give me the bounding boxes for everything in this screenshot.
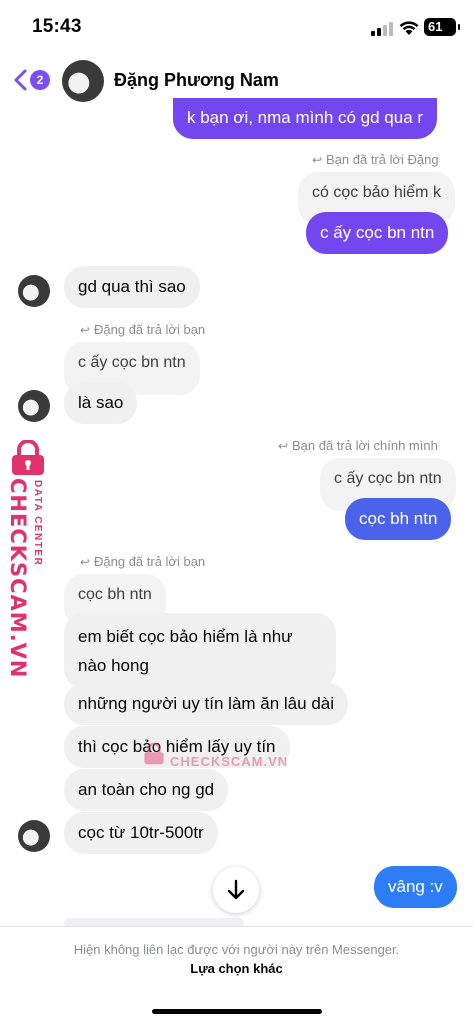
message-incoming[interactable]: em biết cọc bảo hiểm là như nào hong — [64, 613, 336, 689]
message-outgoing[interactable]: vâng :v — [374, 866, 457, 908]
other-options-link[interactable]: Lựa chọn khác — [0, 961, 473, 976]
home-indicator[interactable] — [152, 1009, 322, 1014]
message-incoming[interactable]: là sao — [64, 382, 138, 424]
reply-arrow-icon: ↩ — [80, 555, 91, 569]
avatar[interactable] — [62, 60, 104, 102]
reply-note: ↩ Đặng đã trả lời bạn — [80, 322, 206, 337]
message-incoming[interactable]: những người uy tín làm ăn lâu dài — [64, 683, 349, 725]
reply-arrow-icon: ↩ — [80, 323, 91, 337]
reply-note: ↩ Đặng đã trả lời bạn — [80, 554, 206, 569]
signal-icon — [371, 22, 393, 36]
reply-arrow-icon: ↩ — [278, 439, 289, 453]
watermark-subtext: DATA CENTER — [32, 480, 43, 567]
status-time: 15:43 — [32, 16, 82, 37]
watermark-side: CHECKSCAM.VN DATA CENTER — [4, 440, 52, 679]
message-incoming[interactable]: an toàn cho ng gd — [64, 769, 229, 811]
message-outgoing[interactable]: c ấy cọc bn ntn — [306, 212, 449, 254]
avatar[interactable] — [18, 820, 50, 852]
battery-level: 61 — [428, 19, 443, 34]
message-incoming[interactable]: cọc từ 10tr-500tr — [64, 812, 218, 854]
watermark-text: CHECKSCAM.VN — [6, 478, 30, 679]
unread-count-badge[interactable]: 2 — [30, 70, 50, 90]
avatar[interactable] — [18, 275, 50, 307]
reply-arrow-icon: ↩ — [312, 153, 323, 167]
contact-name[interactable]: Đặng Phương Nam — [114, 70, 279, 91]
unavailable-notice: Hiện không liên lạc được với người này t… — [73, 942, 400, 957]
message-outgoing[interactable]: k bạn ơi, nma mình có gd qua r — [173, 98, 438, 139]
battery-icon: 61 — [424, 18, 460, 36]
lock-icon — [144, 742, 164, 765]
lock-icon — [12, 440, 44, 475]
status-bar: 15:43 61 — [0, 0, 473, 54]
arrow-down-icon — [227, 879, 245, 900]
avatar[interactable] — [18, 390, 50, 422]
message-incoming[interactable]: gd qua thì sao — [64, 266, 200, 308]
scroll-down-button[interactable] — [213, 867, 259, 913]
reply-note: ↩ Bạn đã trả lời Đặng — [312, 152, 439, 167]
reply-note: ↩ Bạn đã trả lời chính mình — [278, 438, 438, 453]
watermark-text: CHECKSCAM.VN — [170, 754, 289, 769]
wifi-icon — [399, 21, 419, 35]
message-outgoing[interactable]: cọc bh ntn — [345, 498, 452, 540]
back-icon[interactable] — [12, 68, 28, 92]
